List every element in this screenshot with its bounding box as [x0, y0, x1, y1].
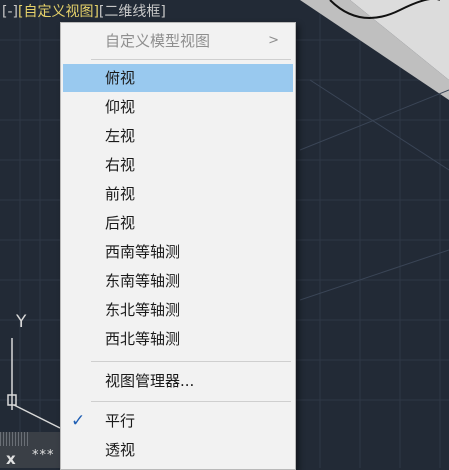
drag-grip-icon[interactable] — [0, 432, 30, 446]
close-icon[interactable]: x — [6, 450, 16, 468]
visual-style-control[interactable]: [二维线框] — [99, 4, 166, 20]
view-control[interactable]: [自定义视图] — [18, 4, 99, 20]
menu-item-view-sw-iso[interactable]: 西南等轴测 — [63, 238, 293, 266]
menu-item-view-left[interactable]: 左视 — [63, 122, 293, 150]
menu-item-projection-parallel[interactable]: ✓ 平行 — [63, 407, 293, 435]
menu-item-view-manager[interactable]: 视图管理器... — [63, 367, 293, 395]
checkmark-icon: ✓ — [71, 411, 86, 431]
menu-separator — [91, 59, 291, 60]
viewport-control[interactable]: [-] — [2, 4, 18, 20]
menu-item-view-bottom[interactable]: 仰视 — [63, 93, 293, 121]
menu-item-view-back[interactable]: 后视 — [63, 209, 293, 237]
menu-separator — [91, 401, 291, 402]
menu-header-custom-model-views: 自定义模型视图 > — [63, 27, 293, 55]
view-context-menu: 自定义模型视图 > 俯视 仰视 左视 右视 前视 后视 西南等轴测 东南等轴测 … — [60, 22, 296, 470]
menu-item-view-nw-iso[interactable]: 西北等轴测 — [63, 325, 293, 353]
menu-item-projection-perspective[interactable]: 透视 — [63, 436, 293, 464]
menu-separator — [91, 361, 291, 362]
ucs-icon — [7, 338, 61, 429]
command-prompt: *** — [32, 448, 55, 463]
menu-item-view-front[interactable]: 前视 — [63, 180, 293, 208]
menu-item-view-right[interactable]: 右视 — [63, 151, 293, 179]
menu-item-view-top[interactable]: 俯视 — [63, 64, 293, 92]
ucs-y-axis-label: Y — [16, 312, 27, 332]
menu-item-view-se-iso[interactable]: 东南等轴测 — [63, 267, 293, 295]
chevron-right-icon: > — [268, 33, 279, 48]
menu-item-view-ne-iso[interactable]: 东北等轴测 — [63, 296, 293, 324]
viewport-label[interactable]: [-][自定义视图][二维线框] — [2, 3, 166, 21]
